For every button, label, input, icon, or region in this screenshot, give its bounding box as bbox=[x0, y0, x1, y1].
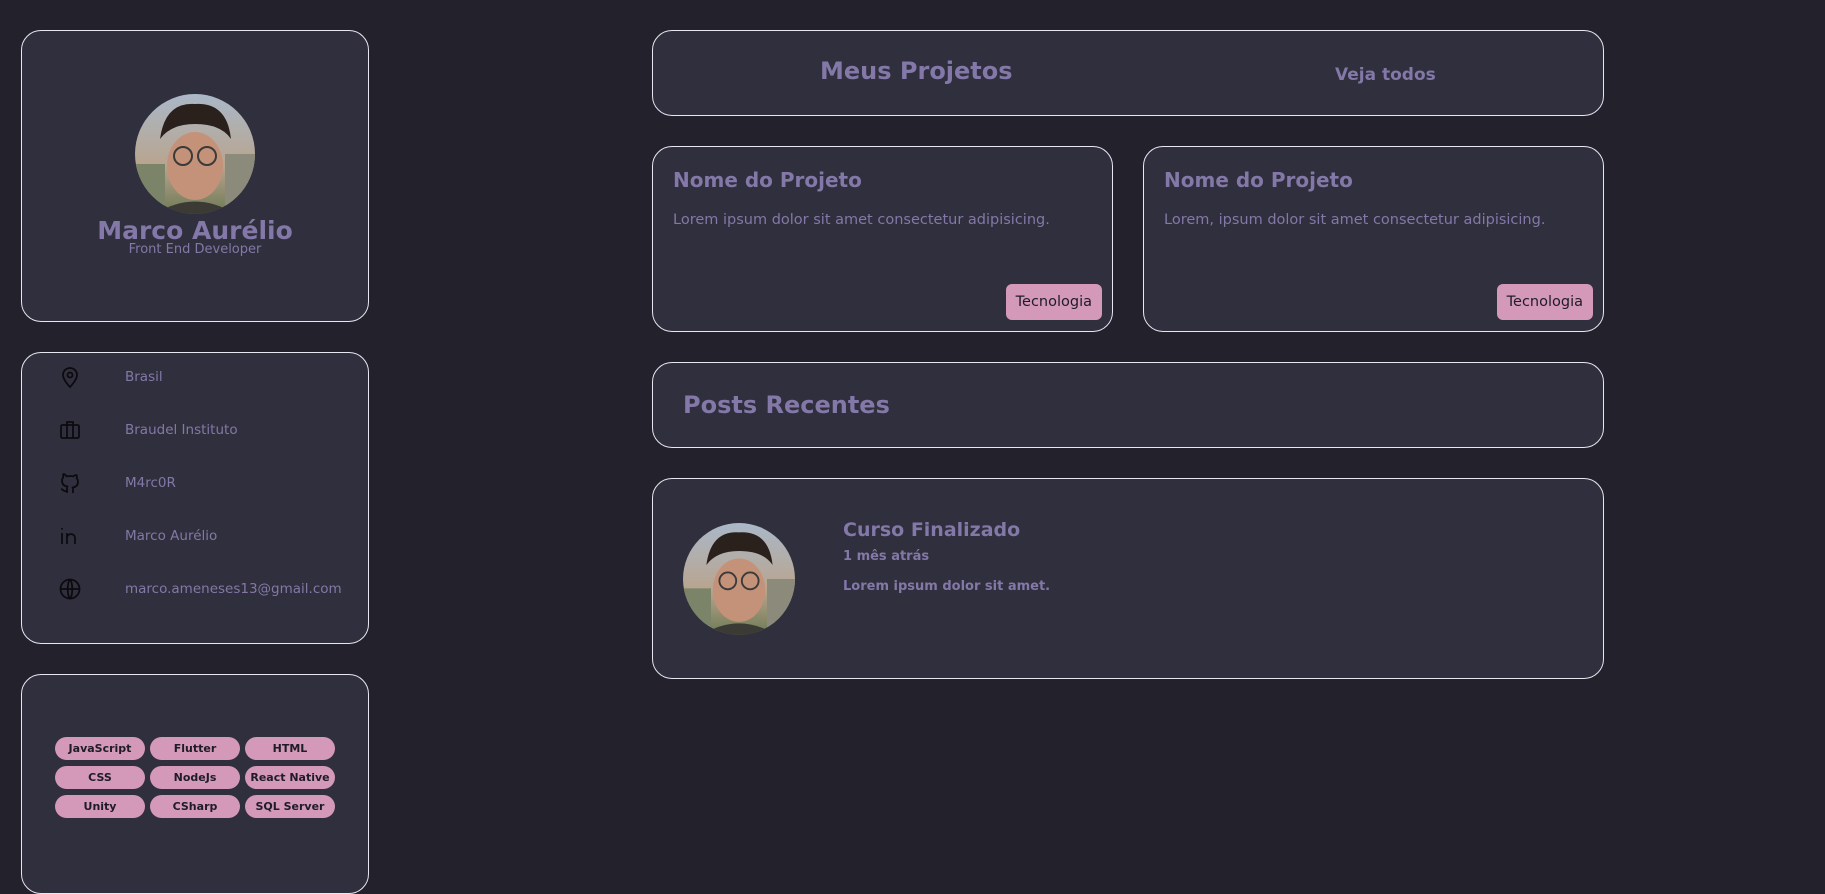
skill-tag: NodeJs bbox=[150, 766, 240, 789]
posts-header: Posts Recentes bbox=[652, 362, 1604, 448]
technology-badge: Tecnologia bbox=[1496, 284, 1593, 320]
projects-header: Meus Projetos Veja todos bbox=[652, 30, 1604, 116]
profile-name: Marco Aurélio bbox=[97, 216, 293, 245]
project-description: Lorem, ipsum dolor sit amet consectetur … bbox=[1164, 212, 1546, 228]
github-icon bbox=[57, 470, 83, 496]
post-timestamp: 1 mês atrás bbox=[843, 549, 930, 564]
post-avatar bbox=[683, 523, 795, 635]
skill-tag: HTML bbox=[245, 737, 335, 760]
posts-title: Posts Recentes bbox=[683, 391, 890, 419]
skill-tag: SQL Server bbox=[245, 795, 335, 818]
briefcase-icon bbox=[57, 417, 83, 443]
info-card: Brasil Braudel Instituto M4rc0R Marco Au… bbox=[21, 352, 369, 644]
linkedin-icon bbox=[57, 523, 83, 549]
project-card[interactable]: Nome do Projeto Lorem, ipsum dolor sit a… bbox=[1143, 146, 1604, 332]
info-row-email[interactable]: marco.ameneses13@gmail.com bbox=[57, 574, 342, 604]
skill-tag: React Native bbox=[245, 766, 335, 789]
skill-tag: JavaScript bbox=[55, 737, 145, 760]
project-name: Nome do Projeto bbox=[673, 168, 862, 192]
skill-tag: CSS bbox=[55, 766, 145, 789]
location-pin-icon bbox=[57, 364, 83, 390]
project-card[interactable]: Nome do Projeto Lorem ipsum dolor sit am… bbox=[652, 146, 1113, 332]
skills-card: JavaScript Flutter HTML CSS NodeJs React… bbox=[21, 674, 369, 894]
info-row-linkedin[interactable]: Marco Aurélio bbox=[57, 521, 217, 551]
profile-role: Front End Developer bbox=[128, 242, 262, 257]
info-row-github[interactable]: M4rc0R bbox=[57, 468, 176, 498]
profile-card: Marco Aurélio Front End Developer bbox=[21, 30, 369, 322]
info-linkedin-text[interactable]: Marco Aurélio bbox=[125, 528, 217, 544]
info-email-text[interactable]: marco.ameneses13@gmail.com bbox=[125, 581, 342, 597]
skill-tag: CSharp bbox=[150, 795, 240, 818]
info-row-location: Brasil bbox=[57, 362, 163, 392]
globe-icon bbox=[57, 576, 83, 602]
projects-title: Meus Projetos bbox=[820, 57, 1013, 85]
post-text: Lorem ipsum dolor sit amet. bbox=[843, 579, 1051, 594]
skills-list: JavaScript Flutter HTML CSS NodeJs React… bbox=[55, 737, 335, 818]
skill-tag: Unity bbox=[55, 795, 145, 818]
skill-tag: Flutter bbox=[150, 737, 240, 760]
project-description: Lorem ipsum dolor sit amet consectetur a… bbox=[673, 212, 1050, 228]
post-title: Curso Finalizado bbox=[843, 519, 1021, 541]
info-location-text: Brasil bbox=[125, 369, 163, 385]
info-row-work: Braudel Instituto bbox=[57, 415, 238, 445]
technology-badge: Tecnologia bbox=[1005, 284, 1102, 320]
project-name: Nome do Projeto bbox=[1164, 168, 1353, 192]
info-work-text: Braudel Instituto bbox=[125, 422, 238, 438]
see-all-link[interactable]: Veja todos bbox=[1335, 65, 1436, 85]
post-card[interactable]: Curso Finalizado 1 mês atrás Lorem ipsum… bbox=[652, 478, 1604, 679]
avatar bbox=[135, 94, 255, 214]
info-github-text[interactable]: M4rc0R bbox=[125, 475, 176, 491]
